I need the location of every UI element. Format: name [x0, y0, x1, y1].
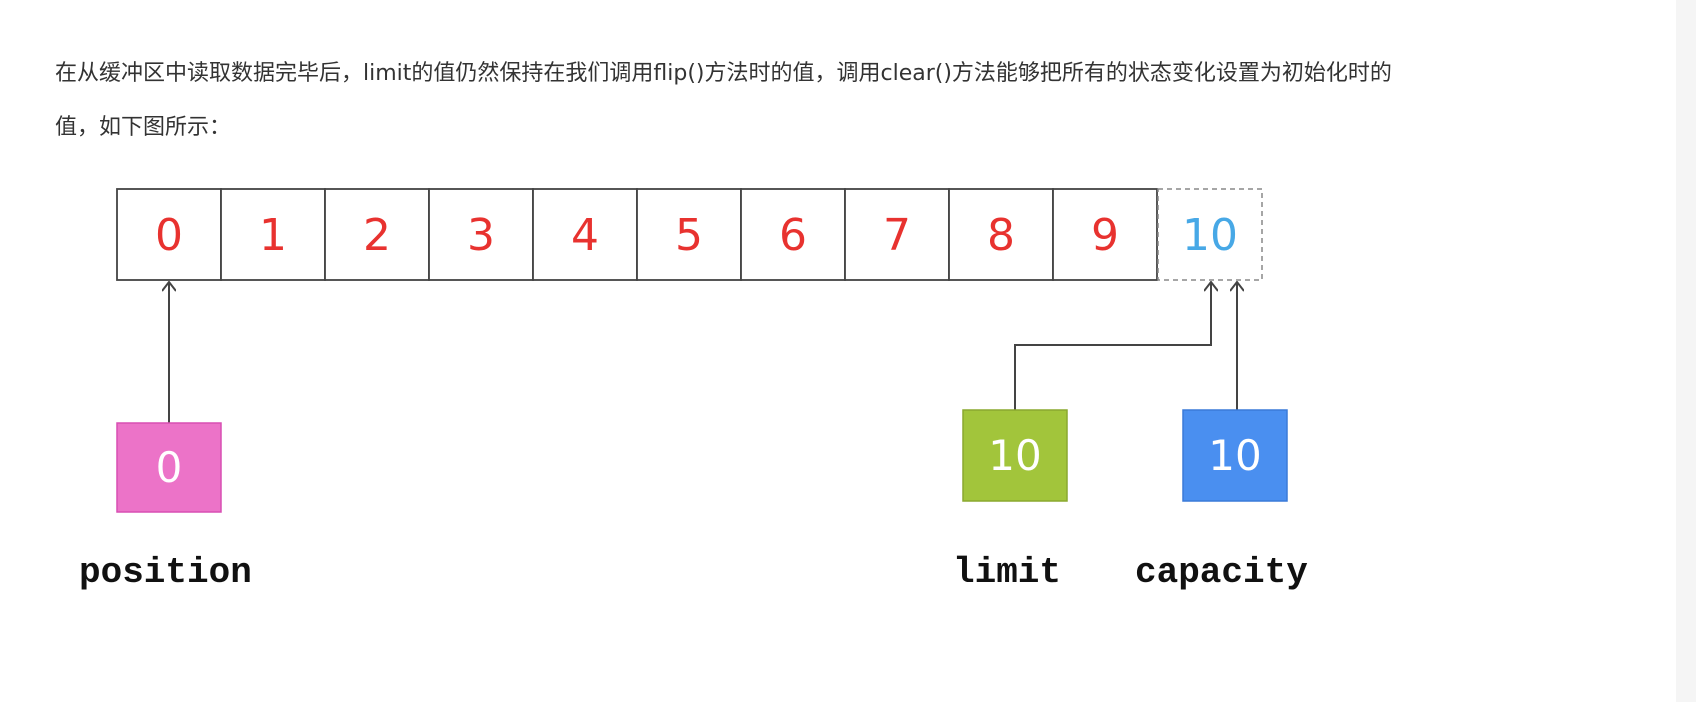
position-label: position: [79, 552, 252, 593]
buffer-cell-index: 8: [987, 210, 1015, 261]
buffer-cell-index: 1: [259, 210, 287, 261]
buffer-cell-index: 7: [883, 210, 911, 261]
buffer-cell-index: 0: [155, 210, 183, 261]
limit-value: 10: [988, 431, 1041, 480]
buffer-cell-index: 4: [571, 210, 599, 261]
buffer-cell-index: 3: [467, 210, 495, 261]
capacity-label: capacity: [1135, 552, 1308, 593]
buffer-cells: 0 1 2 3 4 5 6 7 8 9: [116, 188, 1158, 281]
limit-label: limit: [953, 552, 1061, 593]
buffer-cell-index: 6: [779, 210, 807, 261]
buffer-cell-index: 9: [1091, 210, 1119, 261]
position-value: 0: [156, 443, 183, 492]
capacity-slot-index: 10: [1182, 210, 1238, 261]
buffer-diagram: 0 1 2 3 4 5 6 7 8 9 10 0 10 10 position limit cap…: [79, 188, 1308, 593]
buffer-cell-index: 2: [363, 210, 391, 261]
buffer-cell-index: 5: [675, 210, 703, 261]
limit-arrow: [1014, 282, 1211, 410]
capacity-value: 10: [1208, 431, 1261, 480]
